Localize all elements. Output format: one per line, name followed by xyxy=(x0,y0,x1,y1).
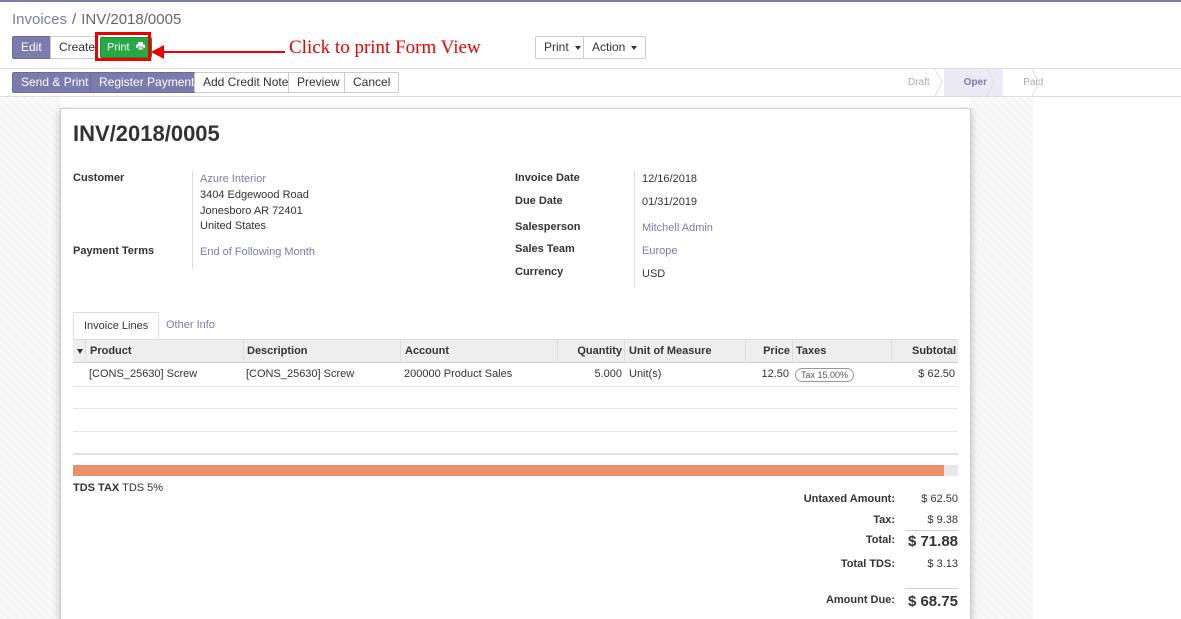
print-dropdown-button[interactable]: Print xyxy=(535,36,590,59)
sales-team-link[interactable]: Europe xyxy=(642,245,677,257)
customer-address-line: Jonesboro AR 72401 xyxy=(200,205,303,217)
total-tds-value: $ 3.13 xyxy=(927,558,958,570)
line-tax-badge: Tax 15.00% xyxy=(795,368,855,382)
row-divider xyxy=(73,431,958,432)
line-account: 200000 Product Sales xyxy=(404,368,513,380)
annotation-arrow-line xyxy=(163,51,285,53)
tds-field: TDS TAX TDS 5% xyxy=(73,482,163,494)
total-tds-label: Total TDS: xyxy=(840,558,895,570)
column-separator xyxy=(400,340,401,363)
invoice-date-label: Invoice Date xyxy=(515,172,580,184)
total-label: Total: xyxy=(865,534,895,546)
line-description: [CONS_25630] Screw xyxy=(246,368,355,380)
row-divider xyxy=(73,386,958,387)
column-header-taxes[interactable]: Taxes xyxy=(796,345,826,357)
column-separator xyxy=(557,340,558,363)
breadcrumb: Invoices / INV/2018/0005 xyxy=(12,11,181,28)
row-divider xyxy=(73,408,958,409)
column-separator xyxy=(85,340,86,363)
invoice-date-value: 12/16/2018 xyxy=(642,173,698,185)
column-header-description[interactable]: Description xyxy=(247,345,308,357)
action-dropdown-button[interactable]: Action xyxy=(583,36,647,59)
annotation-text: Click to print Form View xyxy=(289,37,481,58)
action-dropdown-label: Action xyxy=(592,40,626,54)
payment-terms-label: Payment Terms xyxy=(73,245,155,257)
form-background-right xyxy=(971,97,1033,619)
preview-button[interactable]: Preview xyxy=(288,72,349,93)
customer-address-line: 3404 Edgewood Road xyxy=(200,189,309,201)
top-accent-bar xyxy=(0,0,1181,2)
total-value: $ 71.88 xyxy=(907,533,958,550)
currency-value: USD xyxy=(642,268,666,280)
tab-invoice-lines[interactable]: Invoice Lines xyxy=(73,312,160,339)
due-date-value: 01/31/2019 xyxy=(642,196,698,208)
column-header-subtotal[interactable]: Subtotal xyxy=(912,345,956,357)
add-credit-note-button[interactable]: Add Credit Note xyxy=(194,72,298,93)
customer-name-link[interactable]: Azure Interior xyxy=(200,173,266,185)
breadcrumb-separator: / xyxy=(72,11,77,28)
tab-other-info[interactable]: Other Info xyxy=(156,312,225,339)
line-product: [CONS_25630] Screw xyxy=(89,368,198,380)
tax-label: Tax: xyxy=(873,514,895,526)
cancel-button[interactable]: Cancel xyxy=(344,72,400,93)
invoice-title: INV/2018/0005 xyxy=(73,121,220,146)
sales-team-label: Sales Team xyxy=(515,243,575,255)
amount-due-label: Amount Due: xyxy=(825,594,895,606)
line-uom: Unit(s) xyxy=(629,368,662,380)
tds-tax-label: TDS TAX xyxy=(73,482,120,494)
column-header-quantity[interactable]: Quantity xyxy=(577,345,622,357)
column-header-price[interactable]: Price xyxy=(763,345,790,357)
untaxed-amount-value: $ 62.50 xyxy=(921,493,958,505)
salesperson-label: Salesperson xyxy=(515,221,581,233)
due-date-label: Due Date xyxy=(515,195,563,207)
invoice-lines-header: Product Description Account Quantity Uni… xyxy=(73,339,958,363)
breadcrumb-current: INV/2018/0005 xyxy=(81,11,182,28)
line-subtotal: $ 62.50 xyxy=(918,368,955,380)
tds-tax-value: TDS 5% xyxy=(122,482,164,494)
column-header-uom[interactable]: Unit of Measure xyxy=(629,345,712,357)
caret-down-icon xyxy=(574,45,581,50)
tax-value: $ 9.38 xyxy=(927,514,958,526)
untaxed-amount-label: Untaxed Amount: xyxy=(803,493,895,505)
total-divider xyxy=(905,530,958,531)
column-separator xyxy=(891,340,892,363)
payment-terms-link[interactable]: End of Following Month xyxy=(200,246,315,258)
line-quantity: 5.000 xyxy=(594,368,622,380)
edit-button[interactable]: Edit xyxy=(12,36,51,59)
form-background-left xyxy=(0,97,60,619)
breadcrumb-invoices-link[interactable]: Invoices xyxy=(12,11,67,28)
send-print-button[interactable]: Send & Print xyxy=(12,72,98,93)
caret-down-icon xyxy=(631,45,638,50)
sort-caret-icon[interactable] xyxy=(77,349,83,354)
status-bar-chevrons xyxy=(934,69,1040,96)
line-price: 12.50 xyxy=(761,368,789,380)
column-header-account[interactable]: Account xyxy=(405,345,449,357)
amount-due-divider xyxy=(905,588,958,589)
table-footer-line xyxy=(73,453,958,455)
register-payment-button[interactable]: Register Payment xyxy=(90,72,204,93)
currency-label: Currency xyxy=(515,266,564,278)
amount-due-value: $ 68.75 xyxy=(907,593,958,610)
column-separator xyxy=(243,340,244,363)
column-separator xyxy=(624,340,625,363)
customer-address-line: United States xyxy=(200,220,267,232)
salesperson-link[interactable]: Mitchell Admin xyxy=(642,222,713,234)
annotation-highlight-box xyxy=(95,32,151,61)
column-separator xyxy=(792,340,793,363)
print-dropdown-label: Print xyxy=(544,40,569,54)
left-field-separator xyxy=(192,171,193,269)
column-header-product[interactable]: Product xyxy=(90,345,132,357)
customer-label: Customer xyxy=(73,172,125,184)
column-separator xyxy=(745,340,746,363)
right-field-separator xyxy=(634,171,635,288)
tds-progress-fill xyxy=(73,465,944,476)
